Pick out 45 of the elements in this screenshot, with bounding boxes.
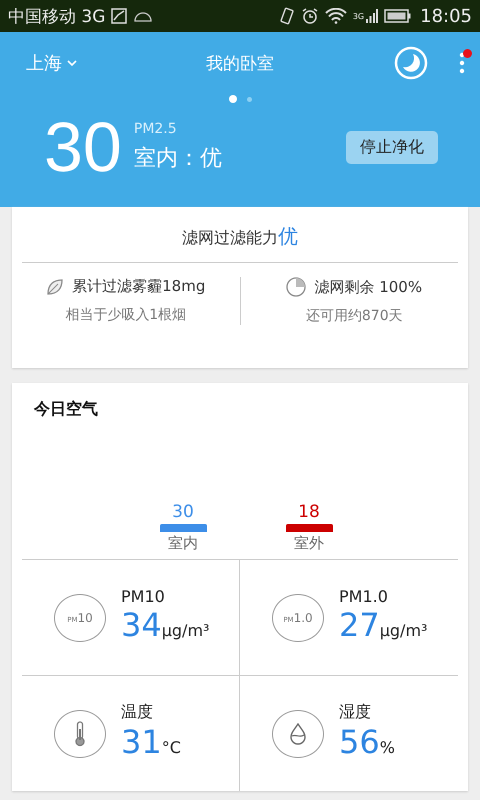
leaf-icon	[46, 278, 64, 296]
stop-button[interactable]: 停止净化	[346, 130, 438, 164]
section-title: 今日空气	[32, 398, 99, 420]
metric-name: 湿度	[339, 702, 372, 724]
stat-note: 还可用约870天	[306, 307, 403, 325]
metric-unit: %	[380, 738, 395, 758]
battery-icon	[384, 8, 412, 24]
page-dot[interactable]	[246, 96, 252, 102]
metric-unit: μg/m³	[380, 621, 428, 640]
chevron-down-icon	[67, 59, 77, 67]
filter-title: 滤网过滤能力优	[22, 207, 458, 263]
wifi-icon	[324, 8, 347, 24]
comparison-label: 室外	[294, 534, 324, 553]
metric-value: 34	[121, 608, 162, 644]
metric-name: PM1.0	[339, 587, 389, 606]
metric-name: PM10	[121, 587, 166, 606]
metric-value: 27	[339, 608, 380, 644]
metric-value: 31	[121, 725, 162, 761]
moon-icon[interactable]	[394, 46, 428, 80]
comparison-value: 18	[298, 502, 320, 522]
clock-time: 18:05	[420, 6, 472, 26]
comparison-value: 30	[172, 502, 194, 522]
image-icon	[111, 8, 128, 24]
vibrate-icon	[278, 7, 295, 25]
menu-icon[interactable]	[458, 51, 466, 75]
stat-title: 累计过滤雾霾18mg	[72, 277, 206, 296]
air-status: 室内：优	[134, 145, 222, 173]
carrier-name: 中国移动 3G	[8, 6, 106, 28]
metric-unit: °C	[162, 738, 181, 758]
metric-value: 56	[339, 725, 380, 761]
water-drop-icon	[272, 710, 324, 758]
stat-title: 滤网剩余 100%	[314, 278, 422, 296]
stat-note: 相当于少吸入1根烟	[65, 306, 186, 324]
metric-name: 温度	[121, 702, 154, 724]
thermometer-icon	[54, 710, 106, 758]
page-dot[interactable]	[228, 95, 236, 103]
alarm-icon	[300, 7, 319, 25]
aqi-value: 30	[44, 112, 122, 182]
room-title: 我的卧室	[205, 52, 275, 74]
signal-icon	[366, 8, 378, 24]
comparison-label: 室内	[168, 534, 198, 553]
network-label: 3G	[352, 12, 364, 20]
metric-unit: μg/m³	[162, 621, 210, 640]
aqi-label: PM2.5	[134, 121, 178, 137]
pie-chart-icon	[286, 277, 306, 297]
